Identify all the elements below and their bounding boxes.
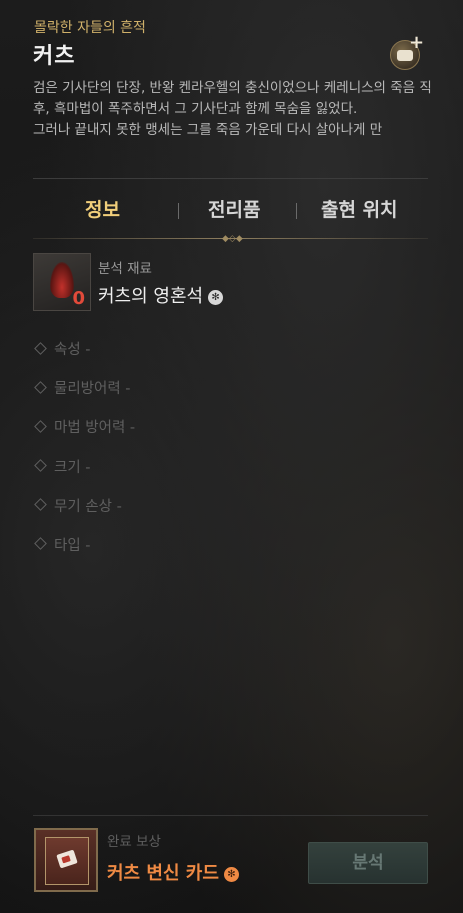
reward-label: 완료 보상 (107, 834, 161, 850)
card-frame (45, 837, 89, 885)
material-slot[interactable]: 0 (33, 253, 91, 311)
tab-loot[interactable]: 전리품 (208, 195, 260, 222)
stat-magic-defense: 마법 방어력 - (34, 416, 135, 455)
ornament-icon: ◆◇◆ (222, 234, 243, 244)
monster-info-panel: 몰락한 자들의 흔적 커츠 + 검은 기사단의 단장, 반왕 켄라우헬의 충신이… (0, 0, 463, 913)
tab-separator (296, 203, 297, 219)
footer-divider (33, 815, 428, 816)
transform-card-icon (56, 849, 78, 869)
stat-attribute: 속성 - (34, 338, 135, 377)
stat-list: 속성 - 물리방어력 - 마법 방어력 - 크기 - 무기 손상 - 타입 - (34, 338, 135, 573)
diamond-bullet-icon (34, 341, 47, 355)
diamond-bullet-icon (34, 420, 47, 433)
monster-description: 검은 기사단의 단장, 반왕 켄라우헬의 충신이었으나 케레니스의 죽음 직후,… (33, 78, 433, 141)
tab-info[interactable]: 정보 (85, 195, 120, 222)
chat-plus-icon[interactable]: + (390, 32, 424, 70)
stat-size: 크기 - (34, 456, 135, 495)
material-name-row: 커츠의 영혼석 ✻ (98, 282, 224, 308)
header-divider (33, 178, 428, 179)
diamond-bullet-icon (34, 380, 47, 394)
monster-subtitle: 몰락한 자들의 흔적 (34, 20, 146, 36)
plus-icon: + (409, 32, 425, 53)
bound-item-icon: ✻ (208, 289, 224, 305)
description-paragraph-1: 검은 기사단의 단장, 반왕 켄라우헬의 충신이었으나 케레니스의 죽음 직후,… (33, 80, 432, 117)
material-label: 분석 재료 (98, 261, 152, 277)
tab-separator (178, 203, 179, 219)
stat-physical-defense: 물리방어력 - (34, 377, 135, 416)
stat-weapon-damage: 무기 손상 - (34, 495, 135, 534)
monster-title: 커츠 (33, 44, 76, 69)
tab-bar: 정보 전리품 출현 위치 (33, 195, 428, 227)
tab-spawn-location[interactable]: 출현 위치 (321, 195, 398, 222)
bound-item-icon: ✻ (223, 866, 239, 882)
material-count: 0 (72, 288, 85, 309)
soulstone-icon (50, 262, 74, 298)
diamond-bullet-icon (34, 537, 47, 551)
description-paragraph-2: 그러나 끝내지 못한 맹세는 그를 죽음 가운데 다시 살아나게 만 (33, 122, 383, 138)
reward-name-row: 커츠 변신 카드 ✻ (107, 859, 239, 885)
stat-type: 타입 - (34, 534, 135, 573)
diamond-bullet-icon (34, 459, 47, 472)
diamond-bullet-icon (34, 498, 47, 512)
reward-name: 커츠 변신 카드 (107, 863, 219, 884)
reward-card-slot[interactable] (34, 828, 98, 892)
material-name: 커츠의 영혼석 (98, 286, 204, 307)
analyze-button[interactable]: 분석 (308, 842, 428, 884)
